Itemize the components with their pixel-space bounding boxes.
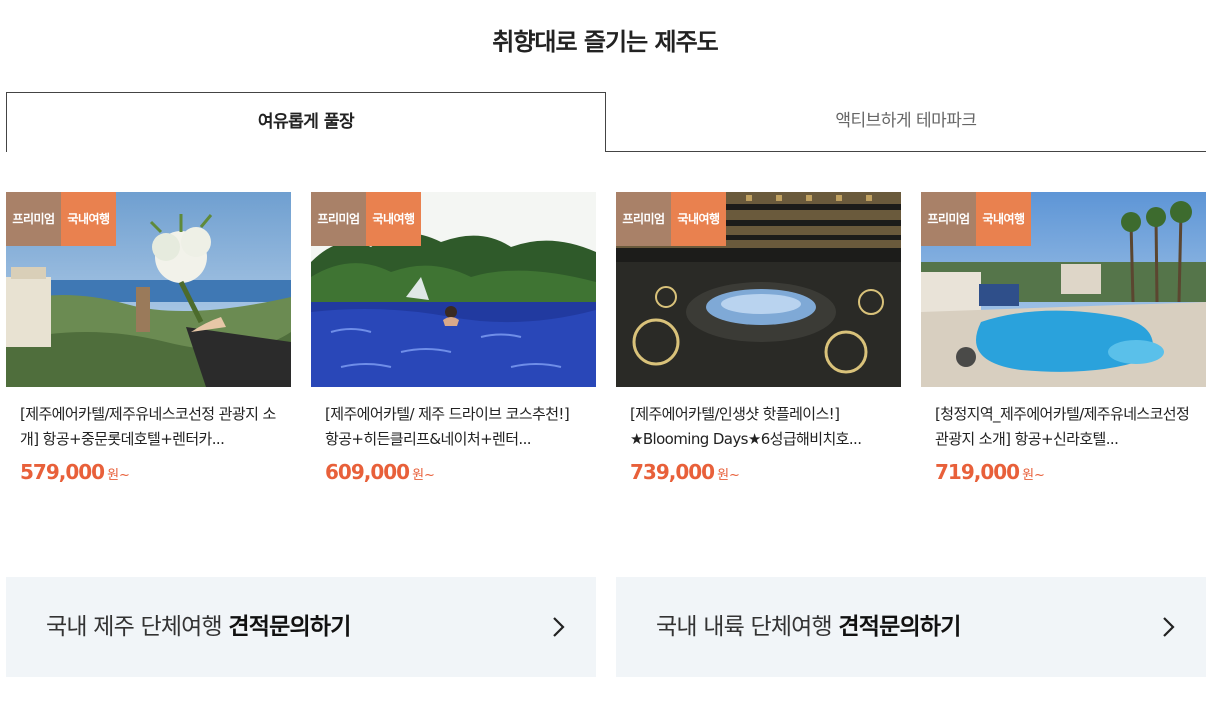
product-card[interactable]: 프리미엄 국내여행 [청정지역_제주에어카텔/제주유네스코선정 관광지 소개] … [921, 192, 1206, 502]
mainland-group-inquiry-button[interactable]: 국내 내륙 단체여행 견적문의하기 [616, 577, 1206, 677]
tab-theme-park[interactable]: 액티브하게 테마파크 [606, 92, 1206, 152]
product-card[interactable]: 프리미엄 국내여행 [제주에어카텔/제주유네스코선정 관광지 소개] 항공+중문… [6, 192, 291, 502]
price-amount: 719,000 [935, 460, 1020, 484]
premium-badge: 프리미엄 [921, 192, 976, 246]
product-price: 739,000 원~ [630, 460, 740, 484]
product-image[interactable]: 프리미엄 국내여행 [311, 192, 596, 387]
premium-badge: 프리미엄 [616, 192, 671, 246]
chevron-right-icon [1163, 617, 1175, 637]
product-image[interactable]: 프리미엄 국내여행 [921, 192, 1206, 387]
inquiry-cta: 견적문의하기 [228, 614, 351, 640]
domestic-travel-badge: 국내여행 [366, 192, 421, 246]
tab-pool[interactable]: 여유롭게 풀장 [6, 92, 606, 152]
domestic-travel-badge: 국내여행 [61, 192, 116, 246]
product-title[interactable]: [제주에어카텔/ 제주 드라이브 코스추천!] 항공+히든클리프&네이처+렌터.… [325, 402, 585, 452]
product-price: 579,000 원~ [20, 460, 130, 484]
premium-badge: 프리미엄 [6, 192, 61, 246]
product-card[interactable]: 프리미엄 국내여행 [제주에어카텔/ 제주 드라이브 코스추천!] 항공+히든클… [311, 192, 596, 502]
jeju-group-inquiry-button[interactable]: 국내 제주 단체여행 견적문의하기 [6, 577, 596, 677]
premium-badge: 프리미엄 [311, 192, 366, 246]
product-title[interactable]: [청정지역_제주에어카텔/제주유네스코선정 관광지 소개] 항공+신라호텔... [935, 402, 1195, 452]
price-amount: 739,000 [630, 460, 715, 484]
product-image[interactable]: 프리미엄 국내여행 [616, 192, 901, 387]
price-unit: 원~ [1022, 468, 1045, 483]
price-amount: 609,000 [325, 460, 410, 484]
inquiry-prefix: 국내 내륙 단체여행 [656, 614, 839, 640]
product-card[interactable]: 프리미엄 국내여행 [제주에어카텔/인생샷 핫플레이스!] ★Blooming … [616, 192, 901, 502]
price-unit: 원~ [412, 468, 435, 483]
product-image[interactable]: 프리미엄 국내여행 [6, 192, 291, 387]
section-title: 취향대로 즐기는 제주도 [492, 28, 719, 56]
inquiry-prefix: 국내 제주 단체여행 [46, 614, 229, 640]
inquiry-cta: 견적문의하기 [838, 614, 961, 640]
price-unit: 원~ [107, 468, 130, 483]
inquiry-label: 국내 제주 단체여행 견적문의하기 [46, 577, 351, 677]
product-price: 609,000 원~ [325, 460, 435, 484]
chevron-right-icon [553, 617, 565, 637]
price-unit: 원~ [717, 468, 740, 483]
product-price: 719,000 원~ [935, 460, 1045, 484]
product-title[interactable]: [제주에어카텔/제주유네스코선정 관광지 소개] 항공+중문롯데호텔+렌터카..… [20, 402, 280, 452]
product-title[interactable]: [제주에어카텔/인생샷 핫플레이스!] ★Blooming Days★6성급해비… [630, 402, 890, 452]
tab-bar: 여유롭게 풀장 액티브하게 테마파크 [6, 92, 1206, 152]
product-list: 프리미엄 국내여행 [제주에어카텔/제주유네스코선정 관광지 소개] 항공+중문… [6, 192, 1206, 502]
domestic-travel-badge: 국내여행 [671, 192, 726, 246]
price-amount: 579,000 [20, 460, 105, 484]
domestic-travel-badge: 국내여행 [976, 192, 1031, 246]
inquiry-label: 국내 내륙 단체여행 견적문의하기 [656, 577, 961, 677]
